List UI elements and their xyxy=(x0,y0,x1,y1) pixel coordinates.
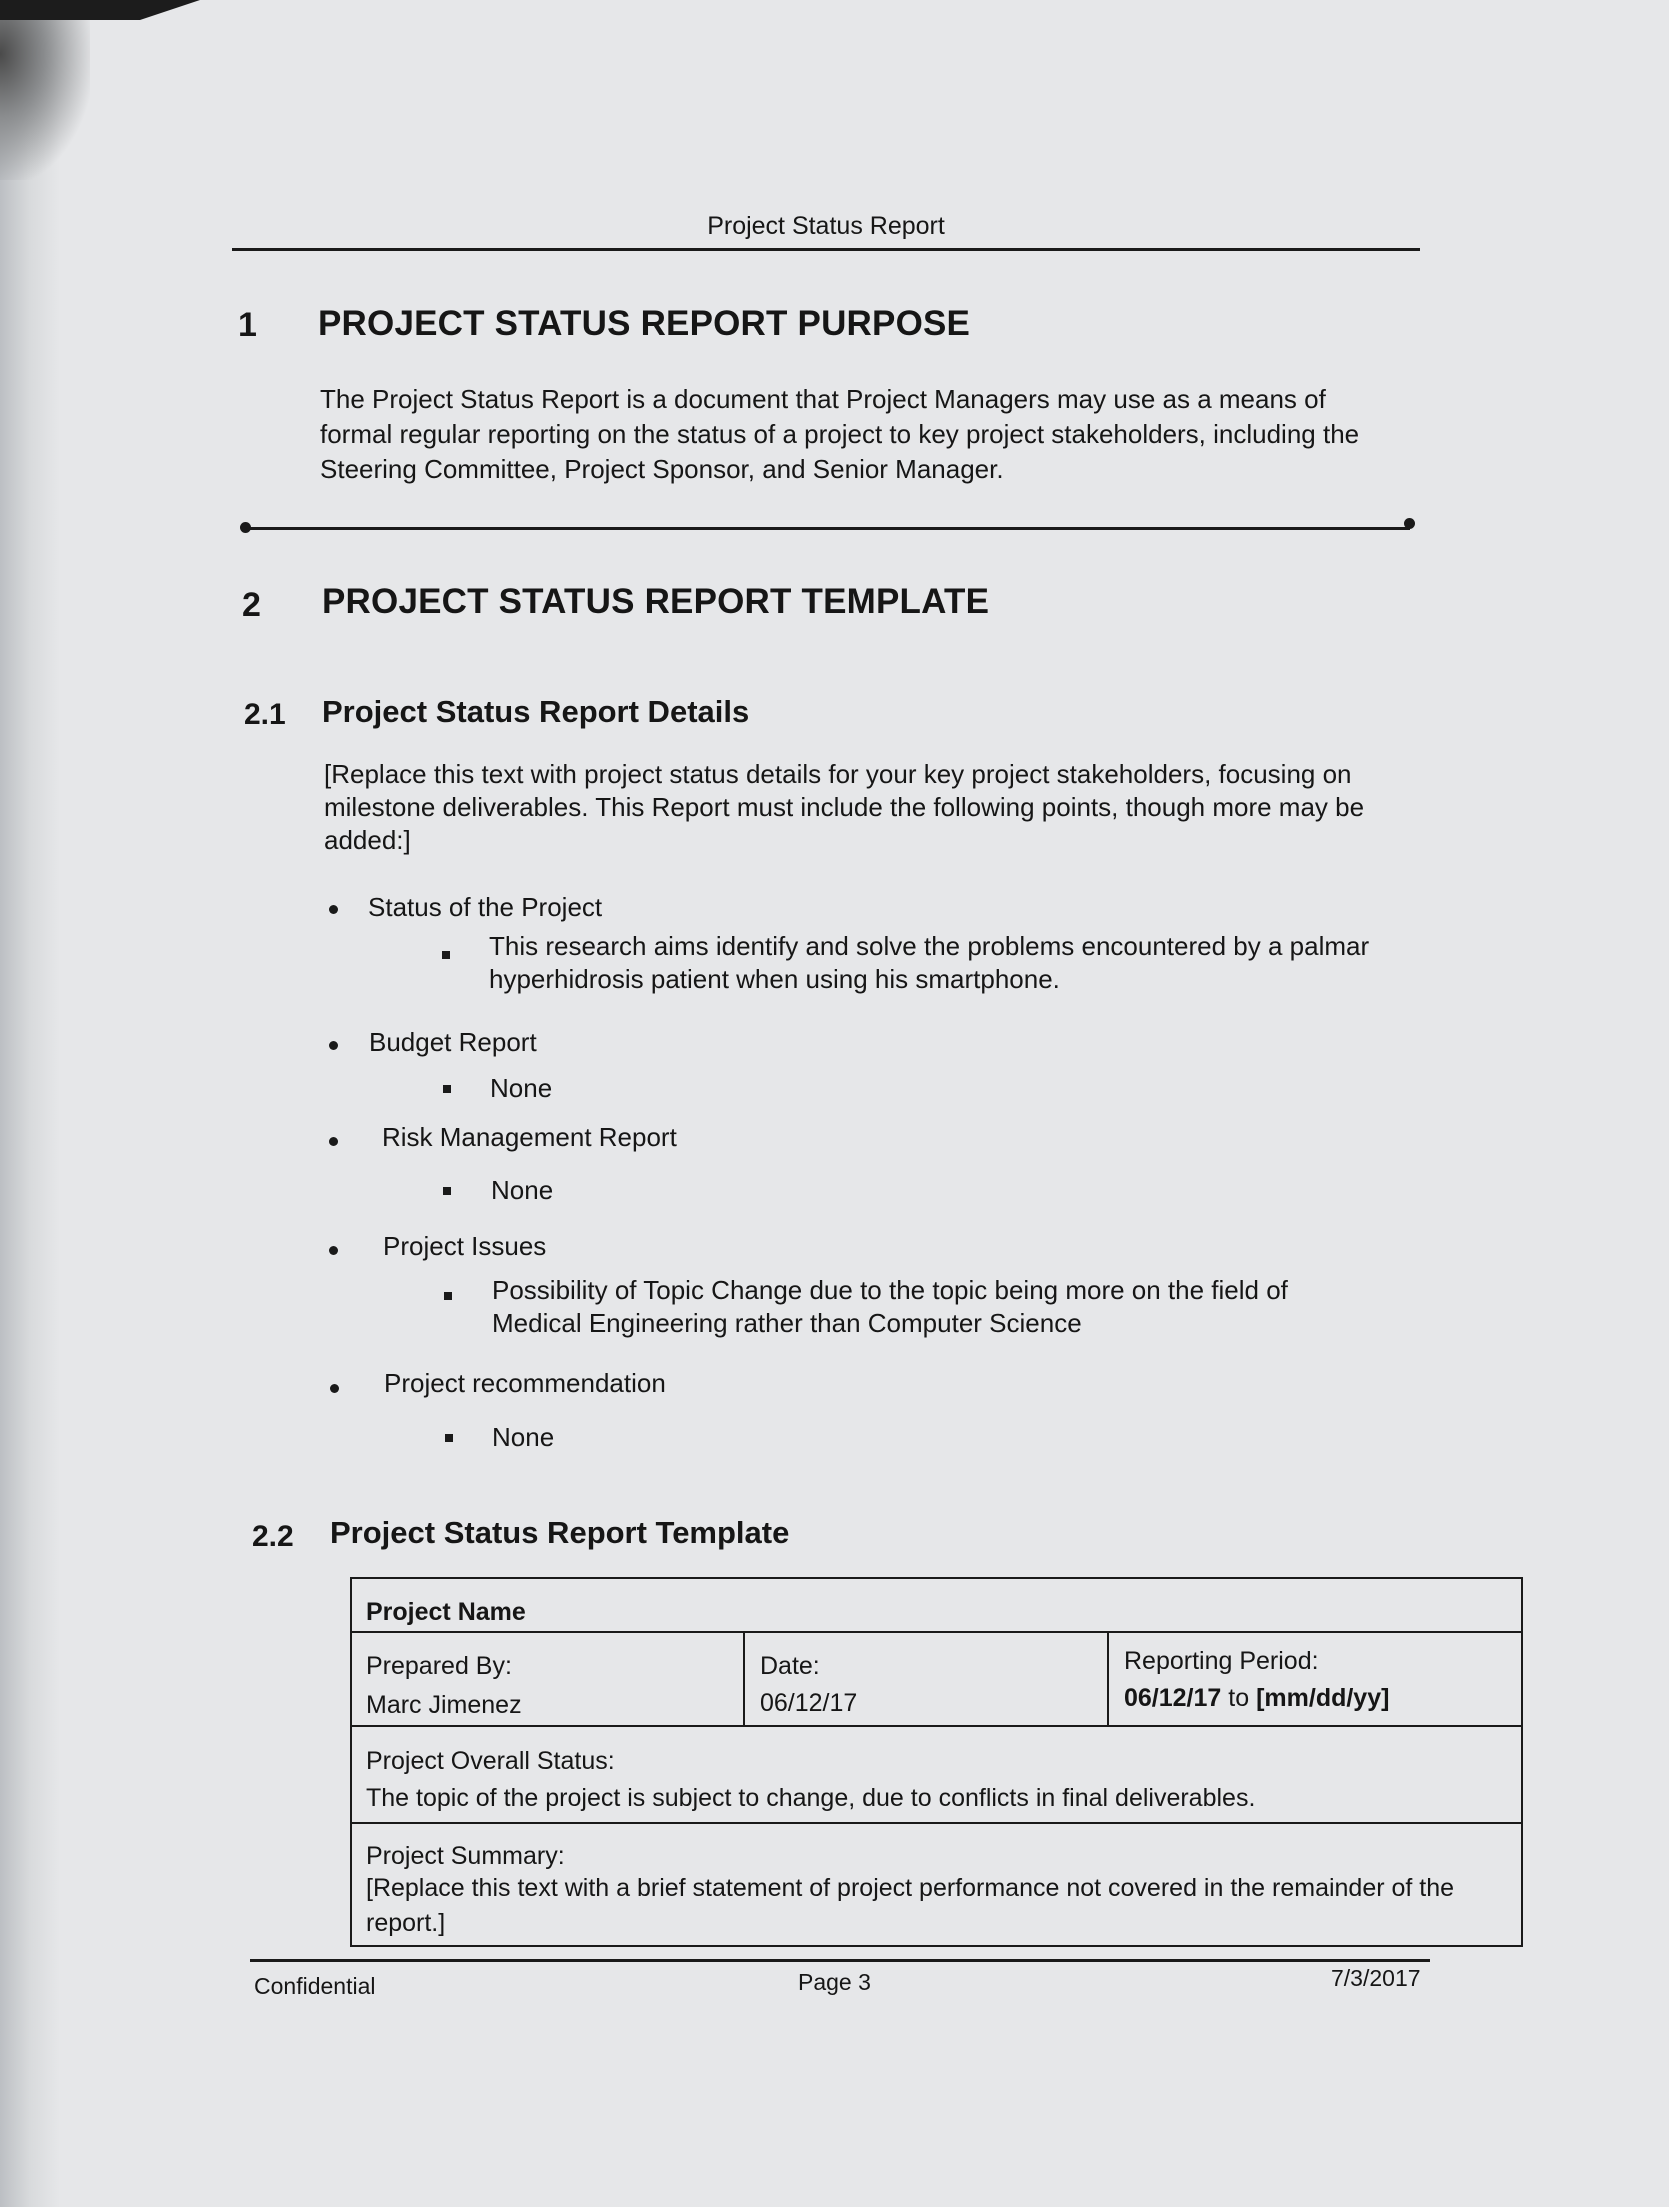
table-rule xyxy=(1107,1631,1109,1725)
sub-item-recommendation: None xyxy=(492,1422,555,1452)
text-line: formal regular reporting on the status o… xyxy=(320,419,1360,449)
section-2-heading: PROJECT STATUS REPORT TEMPLATE xyxy=(322,582,990,621)
bullet-dot xyxy=(329,905,338,914)
text-line: report.] xyxy=(366,1909,446,1937)
list-item-issues: Project Issues xyxy=(383,1231,547,1261)
table-rule xyxy=(350,1822,1523,1824)
text-line: Possibility of Topic Change due to the t… xyxy=(492,1275,1288,1305)
section-divider xyxy=(246,527,1410,530)
bullet-dot xyxy=(329,1137,338,1146)
text-line: [Replace this text with a brief statemen… xyxy=(366,1874,1455,1902)
table-rule xyxy=(350,1725,1523,1727)
sub-bullet-square xyxy=(443,1085,451,1093)
project-name-label: Project Name xyxy=(366,1598,526,1626)
text-line: [Replace this text with project status d… xyxy=(324,759,1352,789)
reporting-end: [mm/dd/yy] xyxy=(1256,1684,1390,1712)
section-1-number: 1 xyxy=(238,306,257,344)
scan-shadow xyxy=(0,0,90,180)
section-1-heading: PROJECT STATUS REPORT PURPOSE xyxy=(318,304,971,343)
divider-end-dot xyxy=(240,522,251,533)
reporting-period-value: 06/12/17 to [mm/dd/yy] xyxy=(1124,1680,1389,1716)
reporting-period-label: Reporting Period: xyxy=(1124,1647,1319,1675)
sub-bullet-square xyxy=(443,1187,451,1195)
footer-rule xyxy=(250,1959,1430,1962)
section-2-1-intro: [Replace this text with project status d… xyxy=(324,758,1364,857)
date-value: 06/12/17 xyxy=(760,1689,858,1717)
reporting-to: to xyxy=(1228,1684,1250,1712)
sub-bullet-square xyxy=(444,1292,452,1300)
overall-status-label: Project Overall Status: xyxy=(366,1747,615,1775)
text-line: This research aims identify and solve th… xyxy=(489,931,1370,961)
divider-end-dot xyxy=(1404,518,1415,529)
section-1-body: The Project Status Report is a document … xyxy=(320,382,1359,487)
table-rule xyxy=(350,1631,1523,1633)
sub-item-risk: None xyxy=(491,1175,554,1205)
footer-confidential: Confidential xyxy=(254,1973,376,1999)
text-line: Medical Engineering rather than Computer… xyxy=(492,1308,1082,1338)
sub-bullet-square xyxy=(442,951,450,959)
section-2-2-number: 2.2 xyxy=(252,1520,294,1553)
scan-corner-shadow xyxy=(0,0,200,20)
text-line: milestone deliverables. This Report must… xyxy=(324,792,1365,822)
prepared-by-label: Prepared By: xyxy=(366,1652,512,1680)
bullet-dot xyxy=(329,1041,338,1050)
running-header: Project Status Report xyxy=(707,212,945,240)
section-2-number: 2 xyxy=(242,586,261,624)
header-rule xyxy=(232,248,1420,251)
sub-item-budget: None xyxy=(490,1073,553,1103)
section-2-2-heading: Project Status Report Template xyxy=(330,1515,790,1550)
text-line: hyperhidrosis patient when using his sma… xyxy=(489,964,1060,994)
project-summary-label: Project Summary: xyxy=(366,1842,565,1870)
list-item-recommendation: Project recommendation xyxy=(384,1368,666,1398)
sub-item-status: This research aims identify and solve th… xyxy=(489,930,1369,996)
project-summary-value: [Replace this text with a brief statemen… xyxy=(366,1871,1454,1941)
reporting-start: 06/12/17 xyxy=(1124,1684,1222,1712)
text-line: Steering Committee, Project Sponsor, and… xyxy=(320,454,1004,484)
footer-page-number: Page 3 xyxy=(798,1969,871,1995)
section-2-1-heading: Project Status Report Details xyxy=(322,694,750,729)
section-2-1-number: 2.1 xyxy=(244,698,286,731)
list-item-risk: Risk Management Report xyxy=(382,1122,677,1152)
bullet-dot xyxy=(329,1246,338,1255)
date-label: Date: xyxy=(760,1652,820,1680)
list-item-budget: Budget Report xyxy=(369,1027,537,1057)
bullet-dot xyxy=(330,1384,339,1393)
footer-date: 7/3/2017 xyxy=(1331,1965,1421,1991)
table-rule xyxy=(743,1631,745,1725)
prepared-by-value: Marc Jimenez xyxy=(366,1691,522,1719)
sub-bullet-square xyxy=(445,1434,453,1442)
text-line: added:] xyxy=(324,825,411,855)
overall-status-value: The topic of the project is subject to c… xyxy=(366,1784,1256,1812)
sub-item-issues: Possibility of Topic Change due to the t… xyxy=(492,1274,1288,1340)
list-item-status: Status of the Project xyxy=(368,892,603,922)
text-line: The Project Status Report is a document … xyxy=(320,384,1326,414)
scan-edge-shading xyxy=(0,0,60,2207)
